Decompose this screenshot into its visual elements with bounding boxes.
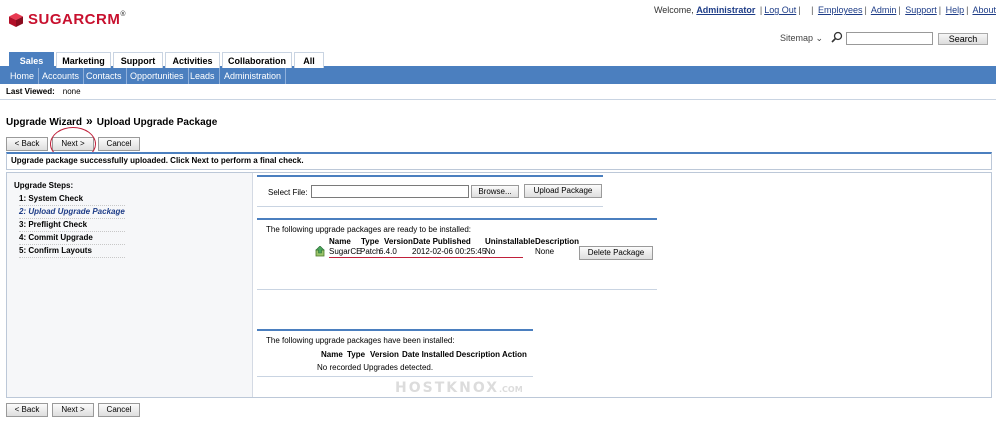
about-link[interactable]: About — [972, 5, 996, 15]
tab-marketing[interactable]: Marketing — [56, 52, 111, 68]
highlight-underline — [329, 257, 523, 258]
last-viewed-bar: Last Viewed: none — [0, 84, 996, 100]
col-date-published: Date Published — [413, 237, 471, 246]
header: SUGARCRM® Welcome, Administrator | Log Ou… — [0, 0, 996, 50]
pkg-description: None — [535, 247, 555, 256]
pkg-date: 2012-02-06 00:25:45 — [412, 247, 487, 256]
cancel-button[interactable]: Cancel — [98, 137, 140, 151]
pkg-name: SugarCE — [329, 247, 362, 256]
search-input[interactable] — [846, 32, 933, 45]
subtab-administration[interactable]: Administration — [220, 68, 287, 84]
sitemap-link[interactable]: Sitemap ⌄ — [780, 33, 823, 44]
watermark: HOSTKNOX.COM — [395, 380, 523, 396]
sugarcrm-logo[interactable]: SUGARCRM® — [8, 11, 126, 28]
last-viewed-label: Last Viewed: — [6, 87, 55, 96]
col-type: Type — [347, 350, 366, 359]
col-version: Version — [384, 237, 413, 246]
tab-support[interactable]: Support — [113, 52, 163, 68]
upload-section: Select File: Browse... Upload Package — [257, 175, 603, 207]
delete-package-button[interactable]: Delete Package — [579, 246, 653, 260]
browse-button[interactable]: Browse... — [471, 185, 519, 198]
col-name: Name — [329, 237, 351, 246]
col-type: Type — [361, 237, 380, 246]
cancel-button-bottom[interactable]: Cancel — [98, 403, 140, 417]
subtab-opportunities[interactable]: Opportunities — [126, 68, 189, 84]
steps-sidebar: Upgrade Steps: 1: System Check 2: Upload… — [7, 173, 253, 397]
employees-link[interactable]: Employees — [818, 5, 863, 15]
top-links: Welcome, Administrator | Log Out | | Emplo… — [653, 5, 996, 15]
installed-packages-section: The following upgrade packages have been… — [257, 329, 533, 377]
step-item: 3: Preflight Check — [19, 219, 125, 232]
support-link[interactable]: Support — [905, 5, 937, 15]
subtab-home[interactable]: Home — [6, 68, 40, 84]
step-item: 4: Commit Upgrade — [19, 232, 125, 245]
col-version: Version — [370, 350, 399, 359]
last-viewed-value: none — [62, 87, 81, 96]
step-item-active: 2: Upload Upgrade Package — [19, 206, 125, 219]
chevron-down-icon: ⌄ — [815, 33, 824, 43]
sub-tabs: Home Accounts Contacts Opportunities Lea… — [0, 68, 996, 84]
col-uninstallable: Uninstallable — [485, 237, 535, 246]
tab-all[interactable]: All — [294, 52, 324, 68]
brand-name: SUGARCRM® — [28, 11, 127, 28]
back-button-bottom[interactable]: < Back — [6, 403, 48, 417]
col-description: Description — [535, 237, 580, 246]
tab-activities[interactable]: Activities — [165, 52, 220, 68]
page-title: Upgrade Wizard» Upload Upgrade Package — [6, 114, 218, 128]
wizard-panel: Upgrade Steps: 1: System Check 2: Upload… — [6, 172, 992, 398]
cube-logo-icon — [9, 12, 23, 27]
col-date-installed: Date Installed — [402, 350, 455, 359]
col-description: Description — [456, 350, 501, 359]
welcome-text: Welcome, — [653, 5, 694, 15]
search-icon[interactable] — [831, 31, 843, 43]
installed-note: The following upgrade packages have been… — [266, 336, 455, 345]
status-message: Upgrade package successfully uploaded. C… — [6, 152, 992, 170]
col-name: Name — [321, 350, 343, 359]
tab-sales[interactable]: Sales — [9, 52, 54, 68]
next-button-bottom[interactable]: Next > — [52, 403, 94, 417]
step-item: 1: System Check — [19, 193, 125, 206]
user-link[interactable]: Administrator — [696, 5, 755, 15]
search-button[interactable]: Search — [938, 33, 988, 45]
select-file-label: Select File: — [268, 188, 308, 197]
subtab-contacts[interactable]: Contacts — [82, 68, 127, 84]
upload-package-button[interactable]: Upload Package — [524, 184, 602, 198]
pkg-type: Patch — [360, 247, 381, 256]
subtab-accounts[interactable]: Accounts — [38, 68, 85, 84]
step-item: 5: Confirm Layouts — [19, 245, 125, 258]
pkg-version: 6.4.0 — [379, 247, 397, 256]
ready-note: The following upgrade packages are ready… — [266, 225, 472, 234]
logout-link[interactable]: Log Out — [764, 5, 796, 15]
main-tabs: Sales Marketing Support Activities Colla… — [0, 50, 996, 68]
file-path-input[interactable] — [311, 185, 469, 198]
ready-packages-section: The following upgrade packages are ready… — [257, 218, 657, 290]
wizard-content: Select File: Browse... Upload Package Th… — [255, 173, 991, 397]
steps-heading: Upgrade Steps: — [14, 181, 74, 190]
package-icon — [315, 246, 325, 257]
help-link[interactable]: Help — [946, 5, 965, 15]
back-button[interactable]: < Back — [6, 137, 48, 151]
pkg-uninstallable: No — [485, 247, 496, 256]
empty-message: No recorded Upgrades detected. — [317, 363, 434, 372]
col-action: Action — [502, 350, 527, 359]
tab-collaboration[interactable]: Collaboration — [222, 52, 292, 68]
subtab-leads[interactable]: Leads — [186, 68, 220, 84]
admin-link[interactable]: Admin — [871, 5, 897, 15]
